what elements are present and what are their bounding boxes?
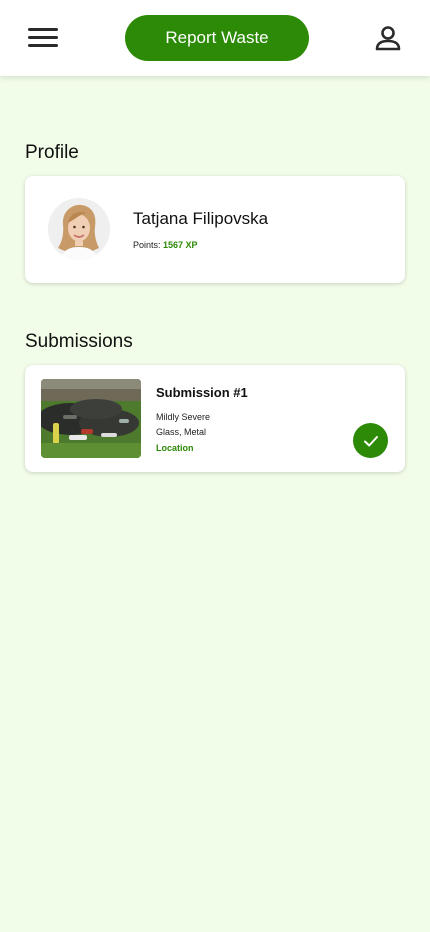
waste-photo	[41, 379, 141, 458]
menu-line	[28, 36, 58, 39]
check-icon-graphic	[363, 435, 378, 446]
menu-line	[28, 44, 58, 47]
user-icon-graphic	[375, 26, 401, 51]
points-value: 1567 XP	[163, 240, 198, 250]
hamburger-menu-icon[interactable]	[28, 26, 60, 50]
submission-location-link[interactable]: Location	[156, 443, 194, 453]
submissions-section-title: Submissions	[25, 331, 133, 352]
profile-name: Tatjana Filipovska	[133, 209, 269, 228]
submission-materials: Glass, Metal	[156, 427, 207, 437]
submission-title: Submission #1	[156, 385, 248, 400]
user-icon[interactable]	[374, 24, 402, 52]
user-avatar	[48, 198, 110, 260]
submission-thumbnail	[41, 379, 141, 458]
top-app-bar: Report Waste	[0, 0, 430, 76]
report-waste-button[interactable]: Report Waste	[125, 15, 309, 61]
submission-severity: Mildly Severe	[156, 412, 211, 422]
points-label: Points:	[133, 240, 161, 250]
menu-line	[28, 28, 58, 31]
profile-card: Tatjana Filipovska Points: 1567 XP	[25, 176, 405, 283]
points-line: Points: 1567 XP	[133, 240, 198, 250]
check-icon	[353, 423, 388, 458]
submission-card[interactable]: Submission #1 Mildly Severe Glass, Metal…	[25, 365, 405, 472]
profile-section-title: Profile	[25, 142, 79, 163]
avatar-image	[48, 198, 110, 260]
